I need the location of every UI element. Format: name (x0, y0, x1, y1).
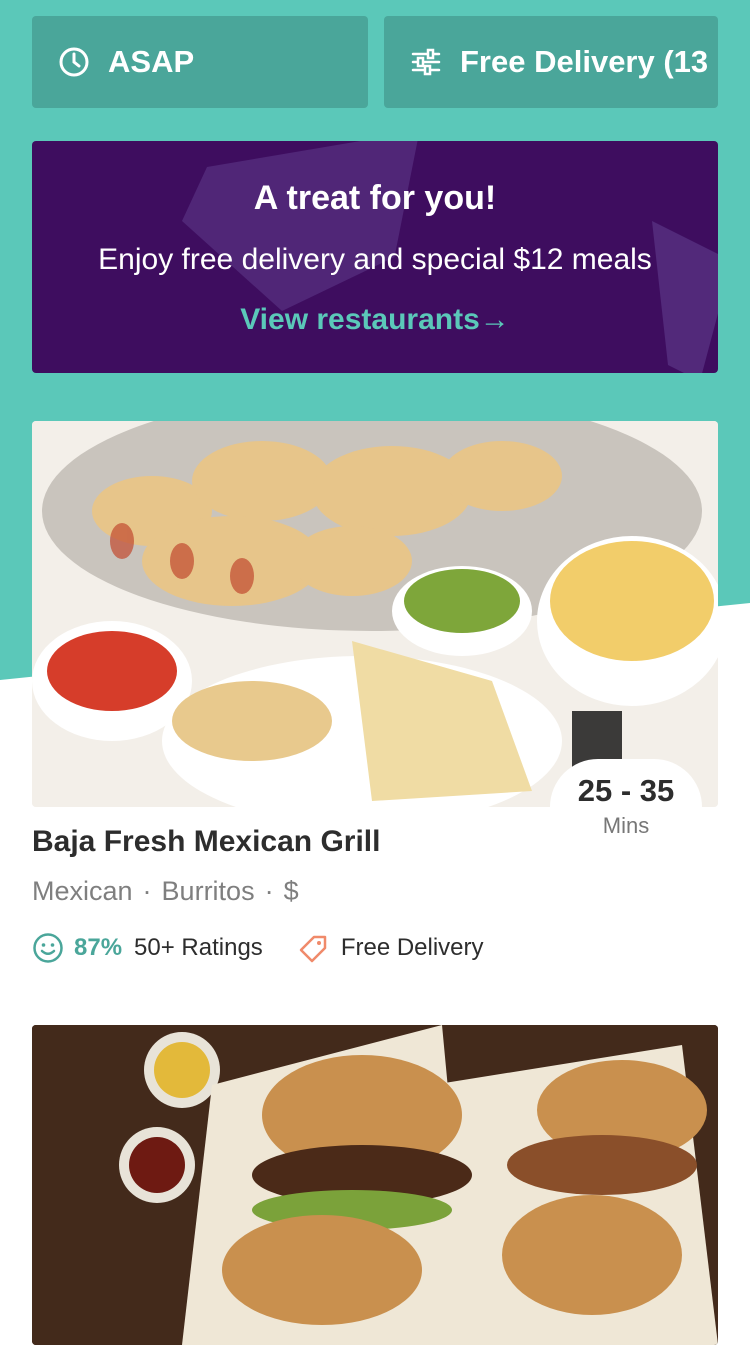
rating-percent: 87% (74, 934, 123, 961)
arrow-right-icon: → (479, 303, 510, 336)
restaurant-tags: Mexican · Burritos · $ (32, 876, 299, 907)
promo-title: A treat for you! (253, 179, 497, 217)
clock-icon (58, 46, 90, 78)
filter-bar: ASAP Free Delivery (13 (32, 16, 718, 108)
food-platter-illustration (32, 421, 718, 807)
promo-subtitle: Enjoy free delivery and special $12 meal… (98, 243, 652, 276)
separator-dot: · (264, 876, 274, 906)
smile-icon (33, 933, 63, 963)
view-restaurants-link[interactable]: View restaurants→ (32, 303, 718, 337)
restaurant-meta: 87% 50+ Ratings Free Delivery (32, 930, 484, 966)
eta-range: 25 - 35 (577, 773, 675, 808)
restaurant-name[interactable]: Baja Fresh Mexican Grill (32, 825, 380, 859)
price-tag-icon (299, 935, 327, 963)
restaurant-image[interactable] (32, 1025, 718, 1345)
restaurant-image[interactable] (32, 421, 718, 807)
eta-unit: Mins (602, 813, 650, 838)
free-delivery-label: Free Delivery (13 (460, 44, 709, 79)
asap-filter-button[interactable]: ASAP (32, 16, 368, 108)
free-delivery-filter-button[interactable]: Free Delivery (13 (384, 16, 718, 108)
price-tag: $ (283, 876, 299, 906)
view-restaurants-label: View restaurants (240, 303, 480, 336)
asap-label: ASAP (108, 44, 195, 79)
free-delivery-text: Free Delivery (340, 934, 484, 961)
cuisine-tag: Burritos (161, 876, 255, 906)
delivery-time-badge: 25 - 35 Mins (550, 759, 702, 855)
promo-banner[interactable]: A treat for you! Enjoy free delivery and… (32, 141, 718, 373)
promo-decoration (182, 141, 420, 311)
burgers-illustration (32, 1025, 718, 1345)
sliders-icon (410, 46, 442, 78)
separator-dot: · (142, 876, 152, 906)
cuisine-tag: Mexican (32, 876, 133, 906)
ratings-count: 50+ Ratings (134, 934, 263, 961)
